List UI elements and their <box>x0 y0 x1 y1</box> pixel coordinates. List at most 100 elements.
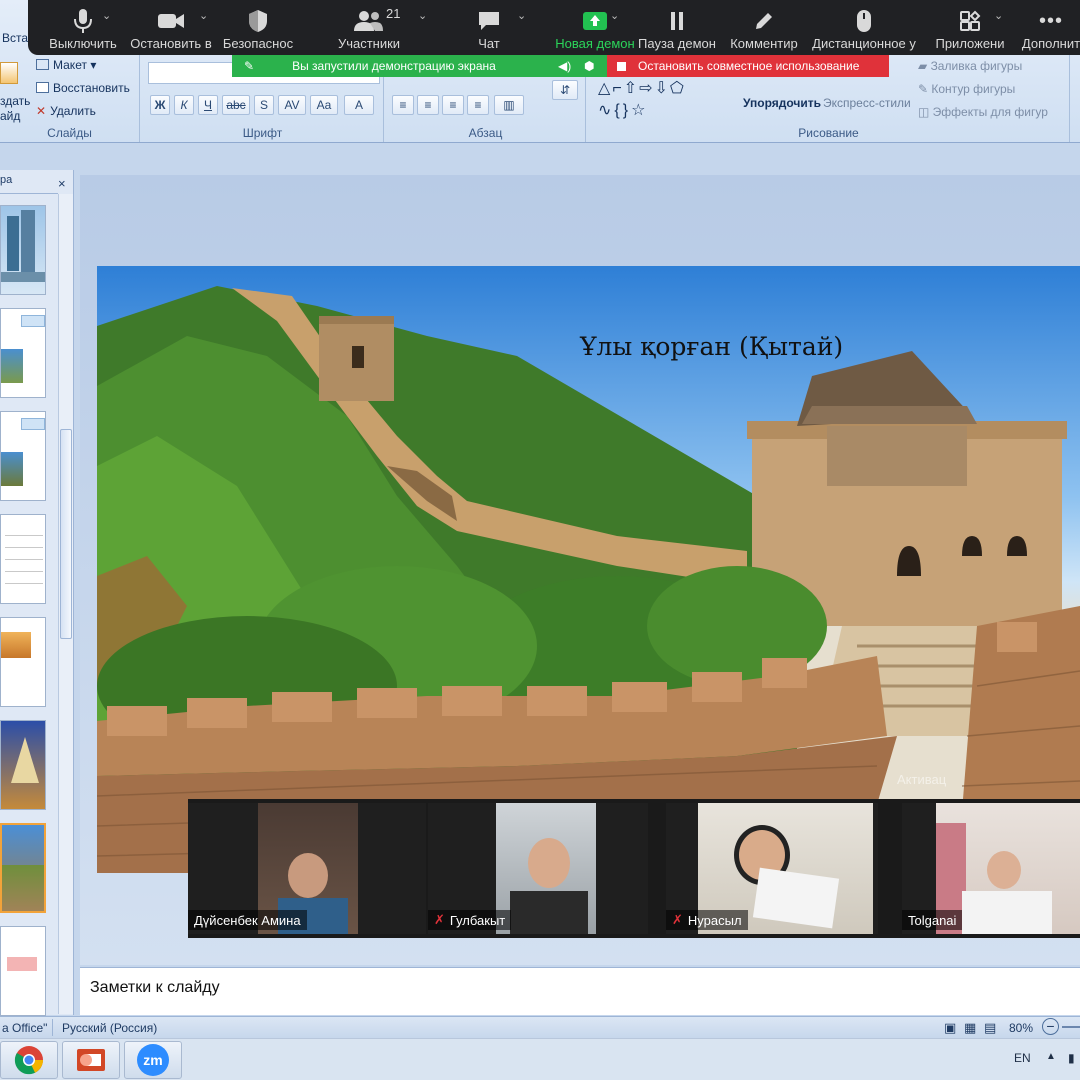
zoom-level[interactable]: 80% <box>1009 1021 1033 1035</box>
columns-button[interactable]: ▥ <box>494 95 524 115</box>
slide-thumbnail-2[interactable] <box>0 308 46 398</box>
align-center-button[interactable]: ≡ <box>417 95 439 115</box>
chat-options-chevron-icon[interactable]: ⌄ <box>517 9 526 22</box>
stop-share-button[interactable]: Остановить совместное использование <box>607 55 889 77</box>
apps-options-chevron-icon[interactable]: ⌄ <box>994 9 1003 22</box>
layout-icon <box>36 59 49 70</box>
star-shape-icon: ☆ <box>631 102 649 119</box>
chrome-taskbar-button[interactable] <box>0 1041 58 1079</box>
participants-options-chevron-icon[interactable]: ⌄ <box>418 9 427 22</box>
new-slide-icon[interactable] <box>0 62 18 84</box>
strikethrough-button[interactable]: abc <box>222 95 250 115</box>
italic-button[interactable]: К <box>174 95 194 115</box>
apps-label: Приложени <box>935 36 1005 51</box>
participant-name: Tolganai <box>908 912 957 928</box>
video-options-chevron-icon[interactable]: ⌄ <box>199 9 208 22</box>
slide-thumbnail-3[interactable] <box>0 411 46 501</box>
participant-name: Нурасыл <box>687 912 742 928</box>
char-spacing-button[interactable]: AV <box>278 95 306 115</box>
zoom-out-icon[interactable]: − <box>1042 1018 1059 1035</box>
slide-thumbnail-8[interactable] <box>0 926 46 1016</box>
network-icon[interactable]: ▮ <box>1068 1051 1075 1065</box>
align-center-icon: ≡ <box>424 98 432 112</box>
tray-expand-icon[interactable]: ▲ <box>1046 1051 1056 1062</box>
delete-button[interactable]: ✕ Удалить <box>36 104 96 118</box>
chat-icon <box>477 6 501 36</box>
zoom-slider[interactable] <box>1062 1026 1080 1028</box>
new-slide-label[interactable]: здать <box>0 94 30 108</box>
new-share-label: Новая демон <box>555 36 635 51</box>
layout-button[interactable]: Макет ▾ <box>36 58 96 72</box>
slide-thumbnail-5[interactable] <box>0 617 46 707</box>
share-drag-icon[interactable]: ✎ <box>244 59 254 73</box>
annotate-button[interactable]: Комментир <box>722 0 806 55</box>
participant-video-tile[interactable]: Дүйсенбек Амина <box>188 803 426 934</box>
slide-title[interactable]: Ұлы қорған (Қытай) <box>580 332 843 361</box>
mute-label: Выключить <box>49 36 117 51</box>
reset-button[interactable]: Восстановить <box>36 81 130 95</box>
participants-count: 21 <box>386 6 401 21</box>
shapes-gallery[interactable]: △⌐⇧⇨⇩⬠ <box>598 78 686 98</box>
language-indicator[interactable]: Русский (Россия) <box>62 1021 157 1035</box>
slides-tab-label: ра <box>0 174 13 186</box>
shapes-gallery-row-2[interactable]: ∿{}☆ <box>598 100 648 120</box>
effects-icon: ◫ <box>918 105 933 119</box>
slide-notes-pane[interactable]: Заметки к слайду <box>80 967 1080 1015</box>
share-options-chevron-icon[interactable]: ⌄ <box>610 9 619 22</box>
font-group-title: Шрифт <box>242 126 283 140</box>
participant-video-tile[interactable]: ✗ Нурасыл <box>666 803 878 934</box>
participant-video-tile[interactable]: Tolganai <box>902 803 1080 934</box>
align-right-button[interactable]: ≡ <box>442 95 464 115</box>
shape-effects-button[interactable]: ◫ Эффекты для фигур <box>918 105 1048 119</box>
close-pane-icon[interactable]: × <box>58 176 66 191</box>
shadow-button[interactable]: S <box>254 95 274 115</box>
shape-outline-button[interactable]: ✎ Контур фигуры <box>918 82 1015 96</box>
change-case-button[interactable]: Aa <box>310 95 338 115</box>
mute-options-chevron-icon[interactable]: ⌄ <box>102 9 111 22</box>
slide-thumbnail-6[interactable] <box>0 720 46 810</box>
underline-button[interactable]: Ч <box>198 95 218 115</box>
slideshow-icon[interactable]: ▤ <box>984 1020 996 1036</box>
more-button[interactable]: ••• Дополнит <box>1016 0 1080 55</box>
align-left-icon: ≡ <box>399 98 407 112</box>
paragraph-group-title: Абзац <box>468 126 503 140</box>
pencil-outline-icon: ✎ <box>918 82 932 96</box>
thumbnail-scrollbar[interactable] <box>58 194 73 1014</box>
security-button[interactable]: Безопаснос <box>218 0 298 55</box>
mute-button[interactable]: Выключить <box>40 0 126 55</box>
express-styles-button[interactable]: Экспресс-стили <box>823 96 911 110</box>
zoom-taskbar-button[interactable]: zm <box>124 1041 182 1079</box>
remote-control-button[interactable]: Дистанционное у <box>808 0 920 55</box>
powerpoint-taskbar-button[interactable] <box>62 1041 120 1079</box>
slide-great-wall[interactable]: Ұлы қорған (Қытай) Активац <box>97 266 1080 873</box>
font-color-button[interactable]: A <box>344 95 374 115</box>
slide-sorter-icon[interactable]: ▦ <box>964 1020 976 1036</box>
input-language[interactable]: EN <box>1014 1051 1031 1065</box>
security-label: Безопаснос <box>222 36 294 51</box>
slide-thumbnail-7-selected[interactable] <box>0 823 46 913</box>
participants-button[interactable]: Участники <box>324 0 414 55</box>
participant-video-tile[interactable]: ✗ Гулбакыт <box>428 803 648 934</box>
chat-button[interactable]: Чат <box>456 0 522 55</box>
more-icon: ••• <box>1038 9 1063 32</box>
slide-thumbnail-4[interactable] <box>0 514 46 604</box>
speaker-icon[interactable]: ◀) <box>558 59 571 73</box>
more-label: Дополнит <box>1021 36 1080 51</box>
justify-button[interactable]: ≡ <box>467 95 489 115</box>
align-left-button[interactable]: ≡ <box>392 95 414 115</box>
bold-button[interactable]: Ж <box>150 95 170 115</box>
arrow-right-shape-icon: ⇨ <box>639 80 655 97</box>
arrange-button[interactable]: Упорядочить <box>743 96 821 110</box>
shape-effects-label: Эффекты для фигур <box>932 105 1048 119</box>
video-camera-icon <box>157 6 185 36</box>
new-slide-label-2[interactable]: айд <box>0 109 20 123</box>
muted-mic-icon: ✗ <box>434 912 445 927</box>
thumbnail-scrollbar-thumb[interactable] <box>60 429 72 639</box>
slide-thumbnail-1[interactable] <box>0 205 46 295</box>
normal-view-icon[interactable]: ▣ <box>944 1020 956 1036</box>
shape-fill-button[interactable]: ▰ Заливка фигуры <box>918 59 1022 73</box>
pause-share-button[interactable]: Пауза демон <box>632 0 722 55</box>
stop-square-icon <box>617 61 626 71</box>
muted-mic-icon: ✗ <box>672 912 683 927</box>
text-direction-button[interactable]: ⇵ <box>552 80 578 100</box>
